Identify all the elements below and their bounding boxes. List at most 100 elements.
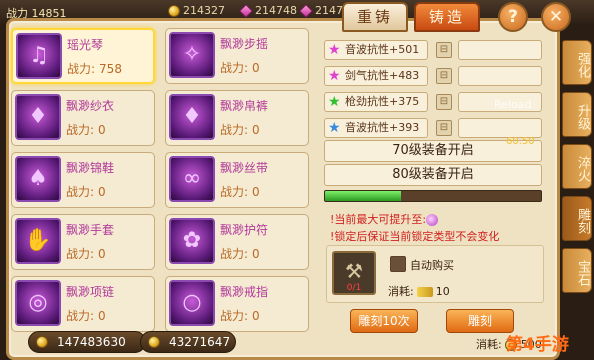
equipment-name: 飘渺项链 — [66, 285, 115, 299]
chisel-icon: ⚒ — [345, 259, 363, 283]
equipment-slot[interactable]: ○ 飘渺戒指 战力: 0 — [165, 276, 309, 332]
equipment-name: 飘渺手套 — [66, 223, 115, 237]
star-icon: ★ — [328, 42, 341, 58]
help-button[interactable]: ? — [498, 2, 528, 32]
coin-icon — [148, 336, 160, 348]
lock-icon[interactable]: ⊟ — [436, 68, 452, 84]
gem-value-2: 2147 — [315, 4, 343, 17]
equipment-power: 战力: 0 — [220, 61, 260, 75]
gold-resource: 214327 — [168, 3, 225, 19]
attribute-label: ★ 枪劲抗性+375 — [324, 92, 428, 112]
necklace-icon: ◎ — [15, 280, 61, 326]
guqin-icon: ♫ — [16, 33, 62, 79]
equipment-slot[interactable]: ✧ 飘渺步摇 战力: 0 — [165, 28, 309, 84]
auto-buy-checkbox[interactable] — [390, 256, 406, 272]
site-watermark: 第4手游 — [506, 335, 569, 355]
max-upgrade-note: !当前最大可提升至: — [330, 211, 439, 227]
tab-forge[interactable]: 铸造 — [414, 2, 480, 32]
equipment-slot[interactable]: ♦ 飘渺纱衣 战力: 0 — [11, 90, 155, 146]
close-button[interactable]: ✕ — [541, 2, 571, 32]
attribute-extra-slot — [458, 118, 542, 138]
equipment-slot[interactable]: ♦ 飘渺帛裤 战力: 0 — [165, 90, 309, 146]
gem-icon — [299, 4, 313, 18]
tab-recast[interactable]: 重铸 — [342, 2, 408, 32]
gem-resource: 214748 — [239, 3, 297, 19]
talisman-icon: ✿ — [169, 218, 215, 264]
bottom-gold: 147483630 — [28, 331, 146, 353]
progress-fill — [325, 191, 401, 201]
equipment-power: 战力: 0 — [66, 185, 106, 199]
reload-overlay: Reload — [494, 98, 532, 111]
attribute-label: ★ 音波抗性+501 — [324, 40, 428, 60]
equipment-slot[interactable]: ∞ 飘渺丝带 战力: 0 — [165, 152, 309, 208]
equipment-name: 飘渺戒指 — [220, 285, 269, 299]
equipment-name: 飘渺纱衣 — [66, 99, 115, 113]
sash-icon: ∞ — [169, 156, 215, 202]
lock-icon[interactable]: ⊟ — [436, 94, 452, 110]
lock-icon[interactable]: ⊟ — [436, 42, 452, 58]
equipment-power: 战力: 0 — [66, 247, 106, 261]
forge-progress-bar — [324, 190, 542, 202]
equipment-power: 战力: 0 — [220, 123, 260, 137]
equipment-power: 战力: 0 — [66, 309, 106, 323]
carve-ten-button[interactable]: 雕刻10次 — [350, 309, 418, 333]
equipment-power: 战力: 0 — [66, 123, 106, 137]
gold-bar-icon — [416, 287, 433, 297]
coin-icon — [168, 5, 180, 17]
side-tab-gem[interactable]: 宝石 — [562, 248, 592, 293]
equipment-slot[interactable]: ◎ 飘渺项链 战力: 0 — [11, 276, 155, 332]
coin-icon — [36, 336, 48, 348]
hairpin-icon: ✧ — [169, 32, 215, 78]
pants-icon: ♦ — [169, 94, 215, 140]
bottom-gem-value: 43271647 — [169, 335, 231, 349]
equipment-name: 飘渺帛裤 — [220, 99, 269, 113]
lock-warning-note: !锁定后保证当前锁定类型不会变化 — [330, 230, 500, 243]
auto-buy-label: 自动购买 — [410, 259, 454, 272]
attribute-label: ★ 音波抗性+393 — [324, 118, 428, 138]
equipment-name: 飘渺锦鞋 — [66, 161, 115, 175]
bottom-gem: 43271647 — [140, 331, 236, 353]
equipment-name: 飘渺丝带 — [220, 161, 269, 175]
carving-tool-slot[interactable]: ⚒ 0/1 — [332, 251, 376, 295]
unlock-80: 80级装备开启 — [324, 164, 542, 186]
gem-resource-2: 2147 — [299, 3, 343, 19]
shoes-icon: ♠ — [15, 156, 61, 202]
robe-icon: ♦ — [15, 94, 61, 140]
side-tab-quench[interactable]: 淬火 — [562, 144, 592, 189]
equipment-name: 瑶光琴 — [67, 38, 104, 52]
fps-counter: 60.50 — [506, 136, 535, 147]
star-icon: ★ — [328, 120, 341, 136]
gold-value: 214327 — [183, 4, 225, 17]
carve-button[interactable]: 雕刻 — [446, 309, 514, 333]
attribute-label: ★ 剑气抗性+483 — [324, 66, 428, 86]
equipment-power: 战力: 758 — [67, 62, 122, 76]
star-icon: ★ — [328, 94, 341, 110]
orb-icon — [426, 214, 439, 226]
side-tab-carve[interactable]: 雕刻 — [562, 196, 592, 241]
material-cost: 消耗: 10 — [388, 285, 450, 298]
equipment-slot[interactable]: ♫ 瑶光琴 战力: 758 — [11, 28, 155, 84]
attribute-row: ★ 音波抗性+393 ⊟ — [324, 118, 542, 138]
attribute-row: ★ 剑气抗性+483 ⊟ — [324, 66, 542, 86]
equipment-slot[interactable]: ✋ 飘渺手套 战力: 0 — [11, 214, 155, 270]
equipment-name: 飘渺步摇 — [220, 37, 269, 51]
equipment-name: 飘渺护符 — [220, 223, 269, 237]
side-tab-enhance[interactable]: 强化 — [562, 40, 592, 85]
glove-icon: ✋ — [15, 218, 61, 264]
bottom-gold-value: 147483630 — [57, 335, 126, 349]
equipment-slot[interactable]: ♠ 飘渺锦鞋 战力: 0 — [11, 152, 155, 208]
star-icon: ★ — [328, 68, 341, 84]
attribute-extra-slot — [458, 66, 542, 86]
equipment-slot[interactable]: ✿ 飘渺护符 战力: 0 — [165, 214, 309, 270]
equipment-power: 战力: 0 — [220, 247, 260, 261]
attribute-row: ★ 音波抗性+501 ⊟ — [324, 40, 542, 60]
side-tab-upgrade[interactable]: 升级 — [562, 92, 592, 137]
material-count: 0/1 — [346, 283, 362, 293]
ring-icon: ○ — [169, 280, 215, 326]
lock-icon[interactable]: ⊟ — [436, 120, 452, 136]
equipment-power: 战力: 0 — [220, 309, 260, 323]
attribute-extra-slot — [458, 40, 542, 60]
gem-icon — [239, 4, 253, 18]
equipment-power: 战力: 0 — [220, 185, 260, 199]
gem-value: 214748 — [255, 4, 297, 17]
